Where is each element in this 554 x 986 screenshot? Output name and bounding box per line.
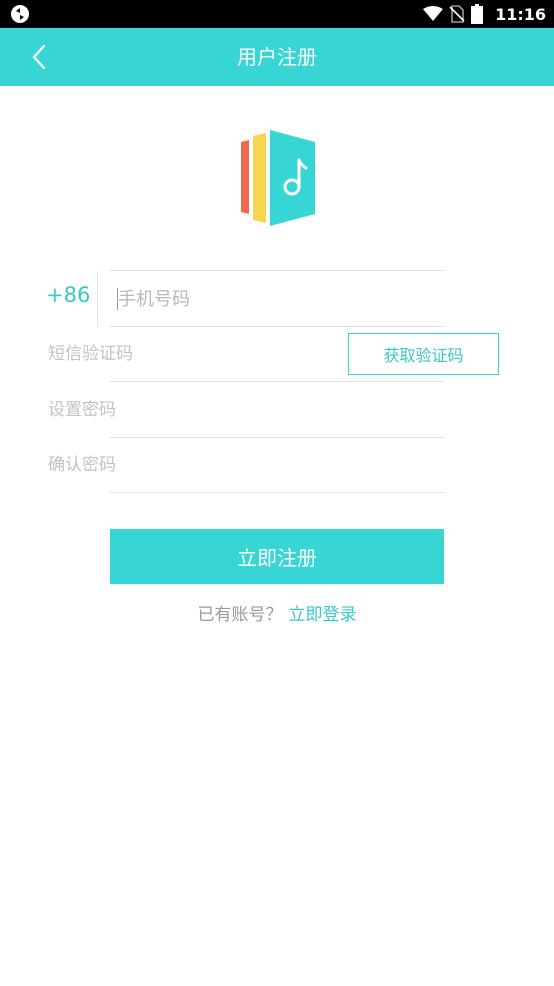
back-button[interactable] xyxy=(20,38,58,76)
chevron-left-icon xyxy=(32,44,46,70)
login-prompt: 已有账号？ xyxy=(197,605,283,625)
password-input[interactable] xyxy=(44,392,338,428)
status-icons: 11:16 xyxy=(423,0,546,28)
app-notification-icon xyxy=(11,5,29,23)
country-code-divider xyxy=(97,271,98,327)
country-code-selector[interactable]: +86 xyxy=(46,283,90,307)
status-bar: 11:16 xyxy=(0,0,554,28)
divider xyxy=(109,492,444,493)
phone-input[interactable] xyxy=(112,280,438,318)
battery-icon xyxy=(471,4,484,24)
app-bar: 用户注册 xyxy=(0,28,554,86)
login-row: 已有账号？ 立即登录 xyxy=(0,600,554,625)
confirm-password-input[interactable] xyxy=(44,447,338,483)
app-logo xyxy=(241,130,315,226)
register-button[interactable]: 立即注册 xyxy=(110,529,444,584)
divider xyxy=(109,381,444,382)
get-code-button[interactable]: 获取验证码 xyxy=(348,333,499,375)
login-link[interactable]: 立即登录 xyxy=(289,605,357,625)
status-time: 11:16 xyxy=(495,4,546,24)
sms-code-input[interactable] xyxy=(44,336,338,372)
no-sim-icon xyxy=(449,5,465,23)
page-title: 用户注册 xyxy=(237,45,317,69)
wifi-icon xyxy=(423,6,444,21)
text-caret xyxy=(117,288,118,310)
divider xyxy=(109,326,444,327)
divider xyxy=(109,437,444,438)
divider xyxy=(109,270,444,271)
